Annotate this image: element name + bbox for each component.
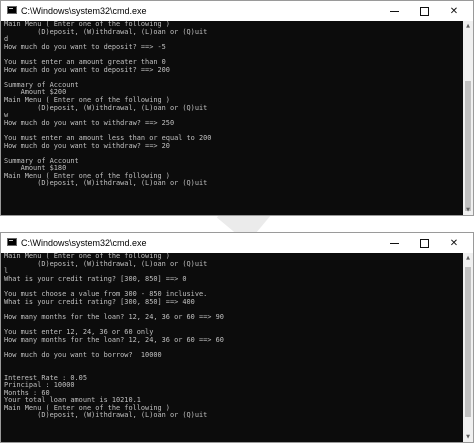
cmd-app-icon xyxy=(7,6,17,14)
console-line: How much do you want to withdraw? ==> 20 xyxy=(4,141,170,150)
scroll-thumb[interactable] xyxy=(465,267,471,417)
console-line: What is your credit rating? [300, 850] =… xyxy=(4,274,187,283)
console-line: Summary of Account xyxy=(4,80,79,89)
console-line: How many months for the loan? 12, 24, 36… xyxy=(4,312,224,321)
maximize-icon xyxy=(419,6,429,16)
maximize-button[interactable] xyxy=(409,233,439,253)
title-bar[interactable]: C:\Windows\system32\cmd.exe ✕ xyxy=(1,1,473,21)
console-line: What is your credit rating? [300, 850] =… xyxy=(4,297,195,306)
console-line: (D)eposit, (W)ithdrawal, (L)oan or (Q)ui… xyxy=(4,411,208,420)
window-title: C:\Windows\system32\cmd.exe xyxy=(21,6,147,16)
minimize-button[interactable] xyxy=(379,1,409,21)
console-line: (D)eposit, (W)ithdrawal, (L)oan or (Q)ui… xyxy=(4,103,208,112)
screenshot-page: C:\Windows\system32\cmd.exe ✕ Main Menu … xyxy=(0,0,474,443)
cmd-window-deposit-withdraw[interactable]: C:\Windows\system32\cmd.exe ✕ Main Menu … xyxy=(0,0,474,216)
console-line: How much do you want to withdraw? ==> 25… xyxy=(4,118,175,127)
console-line: Principal : 10000 xyxy=(4,381,75,390)
console-line: Summary of Account xyxy=(4,156,79,165)
minimize-icon xyxy=(389,243,399,244)
console-line: (D)eposit, (W)ithdrawal, (L)oan or (Q)ui… xyxy=(4,259,208,268)
cmd-app-icon xyxy=(7,238,17,246)
close-icon: ✕ xyxy=(449,5,459,17)
console-output[interactable]: Main Menu ( Enter one of the following )… xyxy=(1,253,473,442)
close-button[interactable]: ✕ xyxy=(439,233,469,253)
maximize-icon xyxy=(419,238,429,248)
minimize-button[interactable] xyxy=(379,233,409,253)
scroll-thumb[interactable] xyxy=(465,81,471,211)
console-line: How many months for the loan? 12, 24, 36… xyxy=(4,335,224,344)
close-button[interactable]: ✕ xyxy=(439,1,469,21)
close-icon: ✕ xyxy=(449,237,459,249)
minimize-icon xyxy=(389,11,399,12)
scroll-down-arrow-icon[interactable]: ▼ xyxy=(463,205,473,215)
maximize-button[interactable] xyxy=(409,1,439,21)
scroll-up-arrow-icon[interactable]: ▲ xyxy=(463,21,473,31)
scroll-up-arrow-icon[interactable]: ▲ xyxy=(463,253,473,263)
console-line: (D)eposit, (W)ithdrawal, (L)oan or (Q)ui… xyxy=(4,27,208,36)
console-line: How much do you want to borrow? 10000 xyxy=(4,350,162,359)
cmd-window-loan[interactable]: C:\Windows\system32\cmd.exe ✕ Main Menu … xyxy=(0,232,474,443)
console-line: How much do you want to deposit? ==> 200 xyxy=(4,65,170,74)
console-line: How much do you want to deposit? ==> -5 xyxy=(4,42,166,51)
vertical-scrollbar[interactable]: ▲ ▼ xyxy=(463,253,473,442)
scroll-down-arrow-icon[interactable]: ▼ xyxy=(463,432,473,442)
window-title: C:\Windows\system32\cmd.exe xyxy=(21,238,147,248)
title-bar[interactable]: C:\Windows\system32\cmd.exe ✕ xyxy=(1,233,473,253)
vertical-scrollbar[interactable]: ▲ ▼ xyxy=(463,21,473,215)
console-output[interactable]: Main Menu ( Enter one of the following )… xyxy=(1,21,473,215)
console-line: (D)eposit, (W)ithdrawal, (L)oan or (Q)ui… xyxy=(4,179,208,188)
